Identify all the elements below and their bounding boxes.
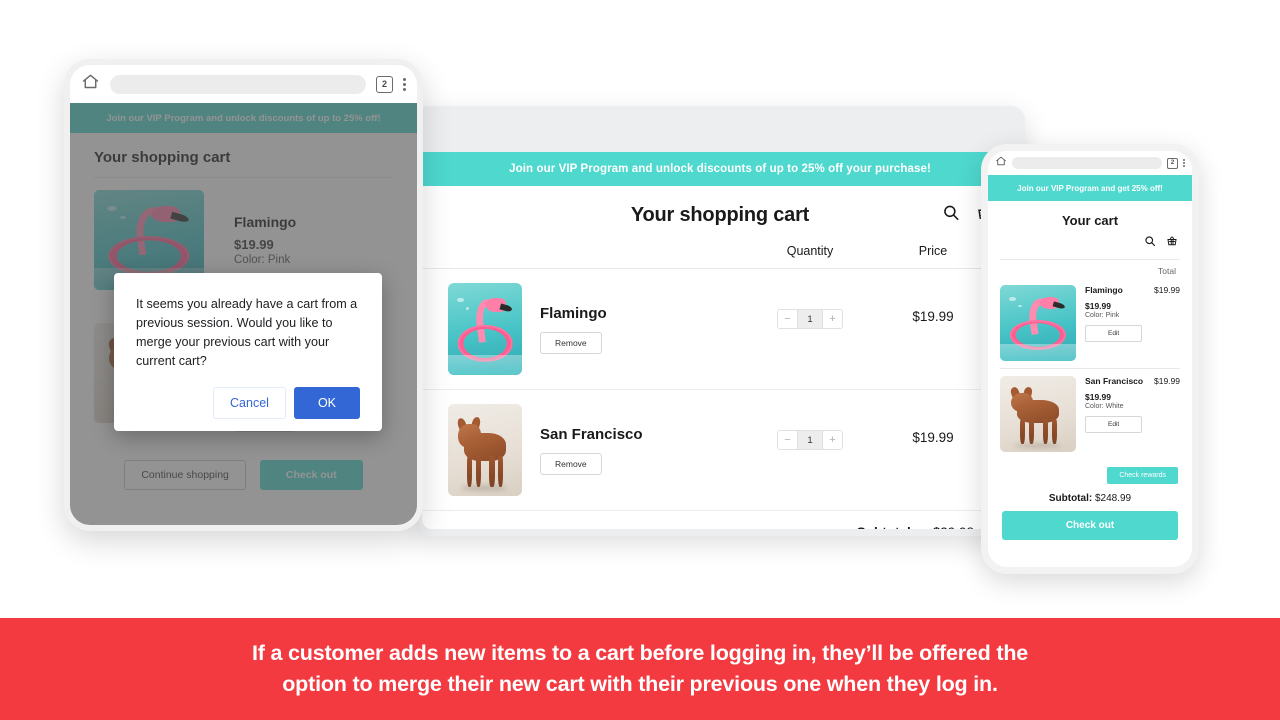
product-header-row: Flamingo $19.99 — [1085, 285, 1180, 295]
left-phone-mockup: 2 Join our VIP Program and unlock discou… — [64, 59, 423, 531]
basket-icon[interactable] — [1166, 234, 1178, 252]
product-name: San Francisco — [540, 426, 643, 443]
dialog-message: It seems you already have a cart from a … — [136, 297, 358, 368]
subtotal-label: Subtotal — [857, 525, 911, 529]
caption-line-1: If a customer adds new items to a cart b… — [251, 641, 1029, 665]
total-column-label: Total — [1158, 266, 1176, 276]
quantity-stepper[interactable]: − 1 + — [777, 430, 843, 450]
product-row-price: $19.99 — [1154, 285, 1180, 295]
product-price: $19.99 — [1085, 301, 1111, 311]
product-name: Flamingo — [540, 305, 607, 322]
quantity-cell: − 1 + — [746, 404, 874, 450]
subtotal-value: $39.98 — [933, 525, 974, 529]
subtotal-value: $248.99 — [1094, 493, 1132, 504]
search-icon[interactable] — [942, 204, 960, 227]
price-value: $19.99 — [912, 309, 954, 324]
product-name: Flamingo — [1085, 285, 1123, 295]
desktop-vip-banner[interactable]: Join our VIP Program and unlock discount… — [422, 152, 1018, 186]
product-image-flamingo — [448, 283, 522, 375]
search-icon[interactable] — [1144, 234, 1156, 252]
home-icon[interactable] — [81, 72, 100, 96]
table-row: San Francisco Remove − 1 + $19.99 — [422, 390, 1018, 511]
list-item: Flamingo $19.99 $19.99 Color: Pink Edit — [988, 278, 1192, 368]
kebab-menu-icon[interactable] — [403, 77, 406, 91]
edit-button[interactable]: Edit — [1085, 325, 1143, 342]
quantity-cell: − 1 + — [746, 283, 874, 329]
product-image-san-francisco — [448, 404, 522, 496]
list-item: San Francisco $19.99 $19.99 Color: White… — [988, 369, 1192, 459]
header-icon-group — [988, 234, 1192, 259]
right-phone-mockup: 2 Join our VIP Program and get 25% off! … — [981, 144, 1199, 574]
desktop-cart-page: Your shopping cart Quantity Price Flamin… — [422, 186, 1018, 529]
showcase-stage: Join our VIP Program and unlock discount… — [0, 0, 1280, 720]
increment-button[interactable]: + — [823, 431, 842, 449]
product-info: Flamingo $19.99 $19.99 Color: Pink Edit — [1076, 285, 1180, 361]
remove-button[interactable]: Remove — [540, 332, 602, 354]
product-name: San Francisco — [1085, 376, 1144, 386]
column-price: Price — [918, 244, 948, 258]
desktop-mockup: Join our VIP Program and unlock discount… — [415, 106, 1025, 536]
caption-banner: If a customer adds new items to a cart b… — [0, 618, 1280, 720]
dialog-actions: Cancel OK — [136, 386, 360, 419]
edit-button[interactable]: Edit — [1085, 416, 1143, 433]
cancel-button[interactable]: Cancel — [213, 386, 286, 419]
decrement-button[interactable]: − — [778, 310, 797, 328]
subtotal-row: Subtotal $39.98 — [448, 525, 992, 529]
quantity-value: 1 — [797, 310, 823, 328]
vip-banner[interactable]: Join our VIP Program and get 25% off! — [988, 175, 1192, 201]
cart-footer: Subtotal $39.98 Check out rewards — [422, 511, 1018, 529]
table-row: Flamingo Remove − 1 + $19.99 — [422, 269, 1018, 390]
increment-button[interactable]: + — [823, 310, 842, 328]
browser-chrome: 2 — [988, 151, 1192, 175]
caption-line-2: option to merge their new cart with thei… — [282, 672, 998, 696]
subtotal-label: Subtotal: — [1048, 493, 1093, 504]
tab-counter[interactable]: 2 — [376, 75, 393, 93]
product-image-san-francisco — [1000, 376, 1076, 452]
rewards-row: Check rewards — [988, 459, 1192, 484]
checkout-row: Check out — [988, 511, 1192, 540]
product-color: Color: Pink — [1085, 312, 1120, 319]
merge-cart-dialog: It seems you already have a cart from a … — [114, 273, 382, 431]
check-rewards-button[interactable]: Check rewards — [1107, 467, 1178, 484]
address-bar[interactable] — [1012, 157, 1162, 169]
address-bar[interactable] — [110, 74, 366, 94]
checkout-button[interactable]: Check out — [1002, 511, 1178, 540]
product-image-flamingo — [1000, 285, 1076, 361]
product-header-row: San Francisco $19.99 — [1085, 376, 1180, 386]
product-row-price: $19.99 — [1154, 376, 1180, 386]
tab-counter[interactable]: 2 — [1167, 157, 1178, 169]
price-value: $19.99 — [912, 430, 954, 445]
desktop-header: Your shopping cart — [422, 186, 1018, 244]
quantity-stepper[interactable]: − 1 + — [777, 309, 843, 329]
kebab-menu-icon[interactable] — [1183, 159, 1185, 167]
cart-table-header: Quantity Price — [422, 244, 1018, 269]
remove-button[interactable]: Remove — [540, 453, 602, 475]
product-info: San Francisco $19.99 $19.99 Color: White… — [1076, 376, 1180, 452]
product-color: Color: White — [1085, 403, 1124, 410]
column-quantity: Quantity — [786, 244, 834, 258]
page-title: Your cart — [1061, 213, 1119, 228]
decrement-button[interactable]: − — [778, 431, 797, 449]
product-price: $19.99 — [1085, 392, 1111, 402]
subtotal-row: Subtotal: $248.99 — [988, 484, 1192, 511]
ok-button[interactable]: OK — [293, 386, 360, 419]
product-cell: San Francisco Remove — [522, 404, 746, 475]
home-icon[interactable] — [995, 154, 1007, 172]
product-cell: Flamingo Remove — [522, 283, 746, 354]
quantity-value: 1 — [797, 431, 823, 449]
page-title: Your shopping cart — [630, 203, 810, 226]
desktop-screen: Join our VIP Program and unlock discount… — [422, 113, 1018, 529]
browser-chrome: 2 — [70, 65, 417, 103]
